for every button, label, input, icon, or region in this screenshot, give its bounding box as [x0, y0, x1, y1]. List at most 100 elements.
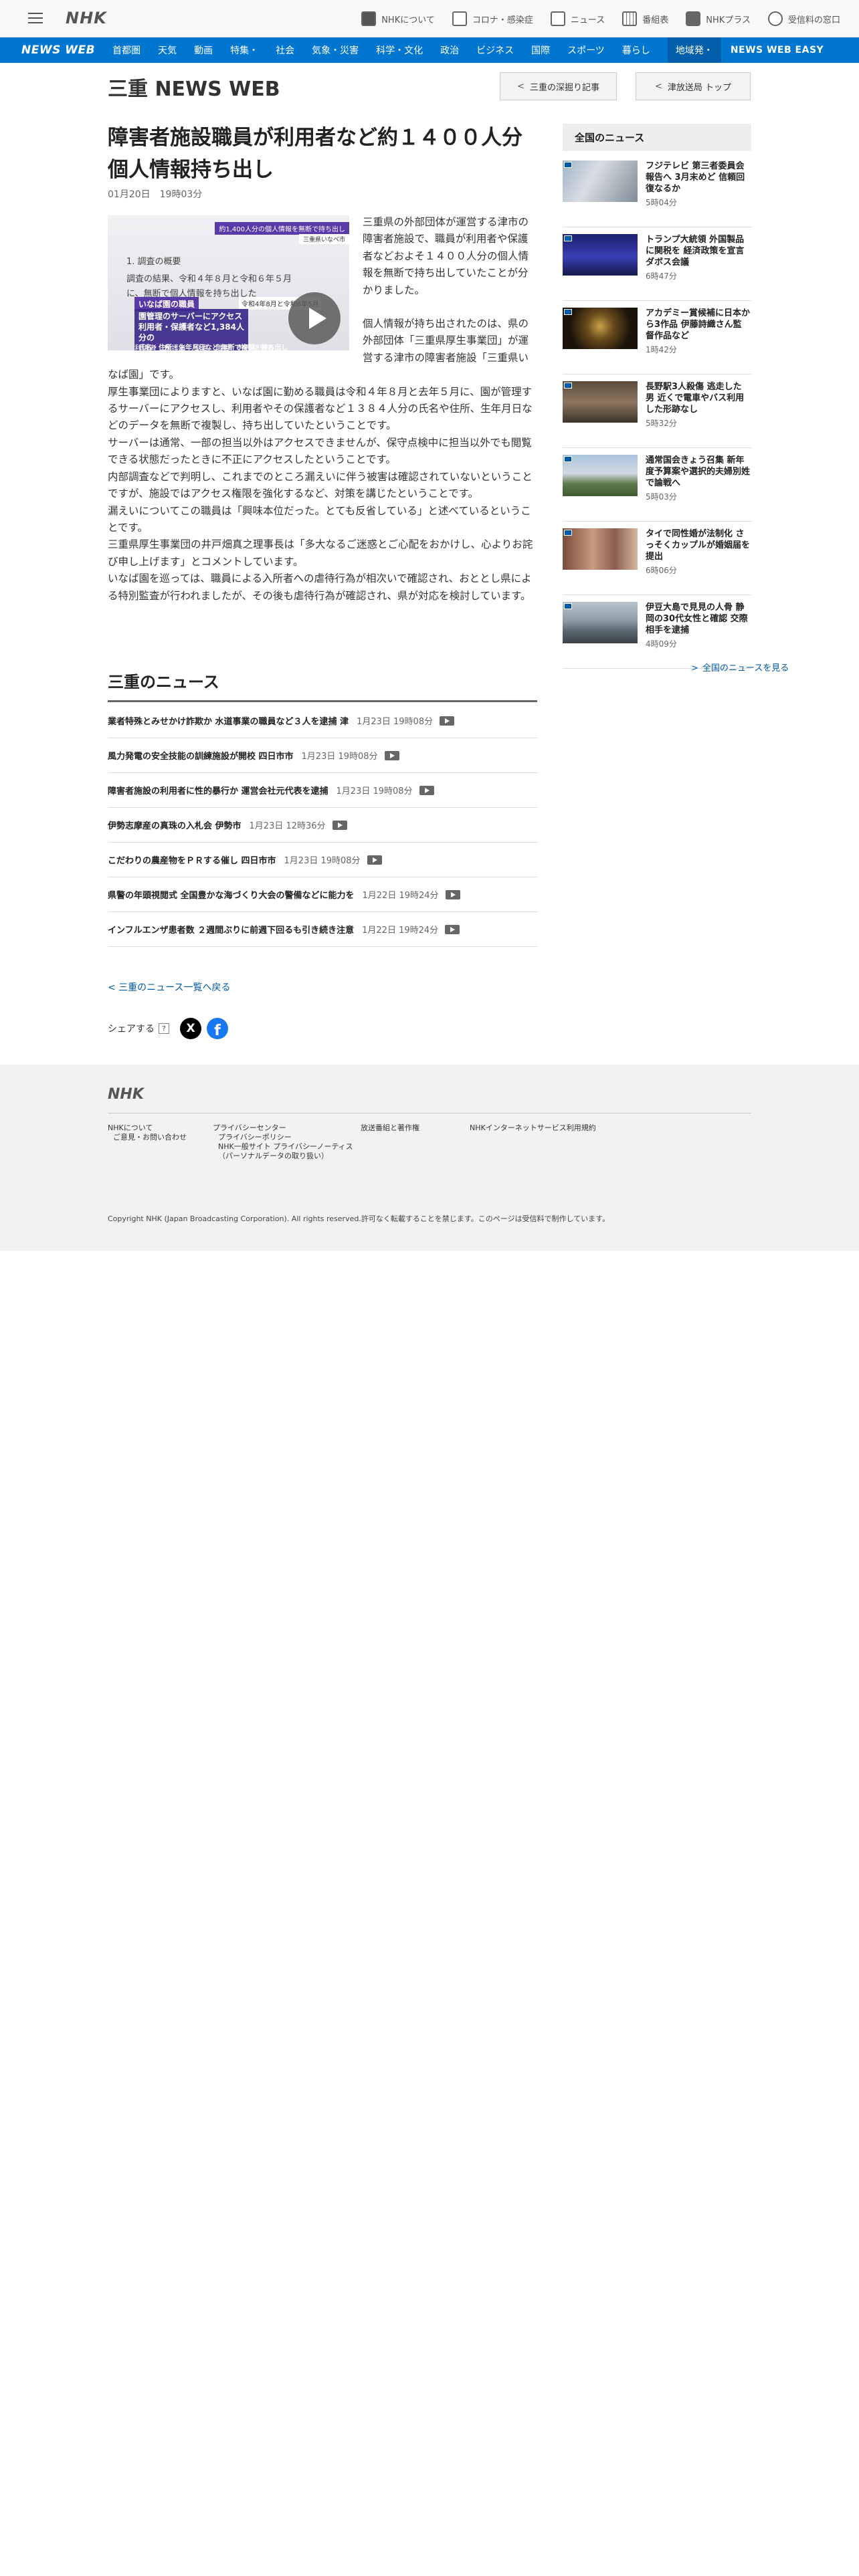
related-news-item[interactable]: 伊勢志摩産の真珠の入札会 伊勢市 1月23日 12時36分 [108, 808, 537, 843]
article-body: 三重県の外部団体が運営する津市の障害者施設で、職員が利用者や保護者などおよそ１４… [108, 214, 537, 605]
national-news-headline: タイで同性婚が法制化 さっそくカップルが婚姻届を提出 [646, 529, 751, 562]
related-news-item[interactable]: 障害者施設の利用者に性的暴行か 運営会社元代表を逮捕 1月23日 19時08分 [108, 773, 537, 808]
related-news-date: 1月23日 19時08分 [336, 786, 413, 796]
article-paragraph: 三重県厚生事業団の井戸畑真之理事長は「多大なるご迷惑とご心配をおかけし、心よりお… [108, 538, 533, 568]
virus-info-icon [452, 11, 467, 26]
header-link-corona[interactable]: コロナ・感染症 [452, 11, 533, 26]
nav-item-video[interactable]: 動画 [194, 43, 213, 57]
national-news-item[interactable]: フジテレビ 第三者委員会報告へ 3月末めど 信頼回復なるか 5時04分 [563, 154, 751, 227]
footer-link[interactable]: NHKインターネットサービス利用規約 [470, 1123, 596, 1133]
footer-link[interactable]: ご意見・お問い合わせ [108, 1133, 187, 1142]
footer-nhk-logo[interactable]: NHK [108, 1086, 144, 1103]
footer-col-about: NHKについて ご意見・お問い合わせ [108, 1123, 187, 1142]
related-news-date: 1月23日 19時08分 [284, 856, 361, 866]
national-news-item[interactable]: トランプ大統領 外国製品に関税を 経済政策を宣言 ダボス会議 6時47分 [563, 227, 751, 301]
related-news-headline: インフルエンザ患者数 ２週間ぶりに前週下回るも引き続き注意 [108, 926, 355, 936]
related-news-headline: こだわりの農産物をＰＲする催し 四日市市 [108, 856, 276, 866]
national-news-time: 5時03分 [646, 492, 677, 502]
video-icon [445, 889, 460, 899]
national-news-time: 6時47分 [646, 272, 677, 281]
nav-item-regional[interactable]: 地域発・ [667, 37, 721, 63]
nav-item-disaster[interactable]: 気象・災害 [312, 43, 359, 57]
national-news-item[interactable]: タイで同性婚が法制化 さっそくカップルが婚姻届を提出 6時06分 [563, 522, 751, 595]
header-link-program[interactable]: 番組表 [622, 11, 668, 26]
chevron-left-icon: < [517, 81, 524, 92]
national-news-item[interactable]: 長野駅3人殺傷 逃走した男 近くで電車やバス利用した形跡なし 5時32分 [563, 374, 751, 448]
hamburger-menu-icon[interactable] [25, 9, 45, 28]
category-nav: NEWS WEB 首都圏 天気 動画 特集・ 社会 気象・災害 科学・文化 政治… [0, 37, 859, 63]
related-news-headline: 風力発電の安全技能の訓練施設が開校 四日市市 [108, 752, 294, 762]
chevron-left-icon: < [108, 982, 119, 993]
related-news-list: 業者特殊とみせかけ詐欺か 水道事業の職員など３人を逮捕 津 1月23日 19時08… [108, 704, 537, 947]
article-paragraph: 内部調査などで判明し、これまでのところ漏えいに伴う被害は確認されていないというこ… [108, 470, 533, 500]
news-thumbnail [563, 160, 638, 202]
national-news-item[interactable]: アカデミー賞候補に日本から3作品 伊藤詩織さん監督作品など 1時42分 [563, 301, 751, 374]
related-news-headline: 県警の年頭視閲式 全国豊かな海づくり大会の警備などに能力を [108, 891, 355, 901]
related-news-item[interactable]: こだわりの農産物をＰＲする催し 四日市市 1月23日 19時08分 [108, 843, 537, 877]
header-link-nhkplus[interactable]: NHKプラス [686, 11, 751, 26]
article-paragraph: 厚生事業団によりますと、いなば園に勤める職員は令和４年８月と去年５月に、園が管理… [108, 385, 533, 432]
video-badge-icon [564, 603, 572, 609]
nhk-plus-icon [686, 11, 701, 26]
related-news-item[interactable]: インフルエンザ患者数 ２週間ぶりに前週下回るも引き続き注意 1月22日 19時24… [108, 912, 537, 947]
related-news-item[interactable]: 県警の年頭視閲式 全国豊かな海づくり大会の警備などに能力を 1月22日 19時24… [108, 877, 537, 912]
nav-item-sports[interactable]: スポーツ [567, 43, 605, 57]
header-link-label: NHKプラス [706, 15, 751, 25]
nav-item-science[interactable]: 科学・文化 [376, 43, 423, 57]
national-news-headline: フジテレビ 第三者委員会報告へ 3月末めど 信頼回復なるか [646, 161, 745, 194]
header-link-about[interactable]: NHKについて [361, 11, 435, 26]
footer-link[interactable]: 放送番組と著作権 [361, 1123, 419, 1133]
video-badge-icon [564, 530, 572, 536]
nav-item-society[interactable]: 社会 [276, 43, 294, 57]
national-news-item[interactable]: 伊豆大島で見見の人骨 静岡の30代女性と確認 交際相手を逮捕 4時09分 [563, 595, 751, 669]
related-news-date: 1月22日 19時24分 [362, 891, 439, 901]
news-icon [550, 11, 565, 26]
related-news-date: 1月23日 19時08分 [301, 752, 378, 762]
footer-link[interactable]: プライバシーポリシー [213, 1133, 353, 1142]
nav-item-life[interactable]: 暮らし [622, 43, 650, 57]
footer-link[interactable]: NHK一般サイト プライバシーノーティス [213, 1142, 353, 1152]
header-link-label: ニュース [570, 15, 605, 25]
footer-col-terms: NHKインターネットサービス利用規約 [470, 1123, 596, 1133]
share-help-icon[interactable]: ? [159, 1023, 169, 1034]
national-news-more-label: 全国のニュースを見る [702, 663, 789, 673]
deep-dive-button[interactable]: < 三重の深掘り記事 [500, 72, 617, 100]
national-news-more-link[interactable]: > 全国のニュースを見る [691, 661, 789, 673]
footer-link[interactable]: プライバシーセンター [213, 1123, 353, 1133]
nav-item-special[interactable]: 特集・ [230, 43, 258, 57]
facebook-share-icon[interactable]: f [207, 1018, 228, 1039]
video-badge-icon [564, 162, 572, 168]
video-badge-icon [564, 235, 572, 241]
nav-item-weather[interactable]: 天気 [158, 43, 177, 57]
share-label: シェアする [108, 1024, 155, 1035]
related-news-headline: 障害者施設の利用者に性的暴行か 運営会社元代表を逮捕 [108, 786, 328, 796]
top-bar: NHK NHKについて コロナ・感染症 ニュース 番組表 NHKプラス 受信料の… [0, 0, 859, 37]
national-news-item[interactable]: 通常国会きょう召集 新年度予算案や選択的夫婦別姓で論戦へ 5時03分 [563, 448, 751, 522]
station-top-label: 津放送局 トップ [667, 82, 732, 93]
nav-item-shutoken[interactable]: 首都圏 [112, 43, 140, 57]
header-link-label: 番組表 [642, 15, 669, 25]
back-to-list-link[interactable]: < 三重のニュース一覧へ戻る [108, 980, 231, 994]
nav-item-business[interactable]: ビジネス [476, 43, 514, 57]
footer-link[interactable]: （パーソナルデータの取り扱い） [213, 1152, 353, 1161]
x-share-icon[interactable]: X [180, 1018, 201, 1039]
nhk-logo[interactable]: NHK [66, 9, 107, 27]
nav-item-international[interactable]: 国際 [531, 43, 550, 57]
related-news-headline: 伊勢志摩産の真珠の入札会 伊勢市 [108, 821, 242, 831]
article-paragraph: 漏えいについてこの職員は「興味本位だった。とても反省している」と述べているという… [108, 504, 531, 534]
deep-dive-label: 三重の深掘り記事 [529, 82, 599, 93]
tv-icon [767, 11, 783, 26]
footer-col-privacy: プライバシーセンター プライバシーポリシー NHK一般サイト プライバシーノーテ… [213, 1123, 353, 1161]
header-link-fee[interactable]: 受信料の窓口 [767, 11, 840, 26]
nav-news-web-easy[interactable]: NEWS WEB EASY [731, 45, 824, 56]
header-link-news[interactable]: ニュース [550, 11, 605, 26]
related-news-item[interactable]: 業者特殊とみせかけ詐欺か 水道事業の職員など３人を逮捕 津 1月23日 19時08… [108, 704, 537, 738]
footer-link[interactable]: NHKについて [108, 1123, 187, 1133]
national-news-headline: トランプ大統領 外国製品に関税を 経済政策を宣言 ダボス会議 [646, 235, 745, 267]
article-paragraph: いなば園を巡っては、職員による入所者への虐待行為が相次いで確認され、おととし県に… [108, 572, 532, 602]
related-news-item[interactable]: 風力発電の安全技能の訓練施設が開校 四日市市 1月23日 19時08分 [108, 738, 537, 773]
station-top-button[interactable]: < 津放送局 トップ [636, 72, 751, 100]
news-web-logo[interactable]: NEWS WEB [21, 43, 95, 57]
nav-item-politics[interactable]: 政治 [440, 43, 459, 57]
national-news-headline: 通常国会きょう召集 新年度予算案や選択的夫婦別姓で論戦へ [646, 455, 751, 488]
